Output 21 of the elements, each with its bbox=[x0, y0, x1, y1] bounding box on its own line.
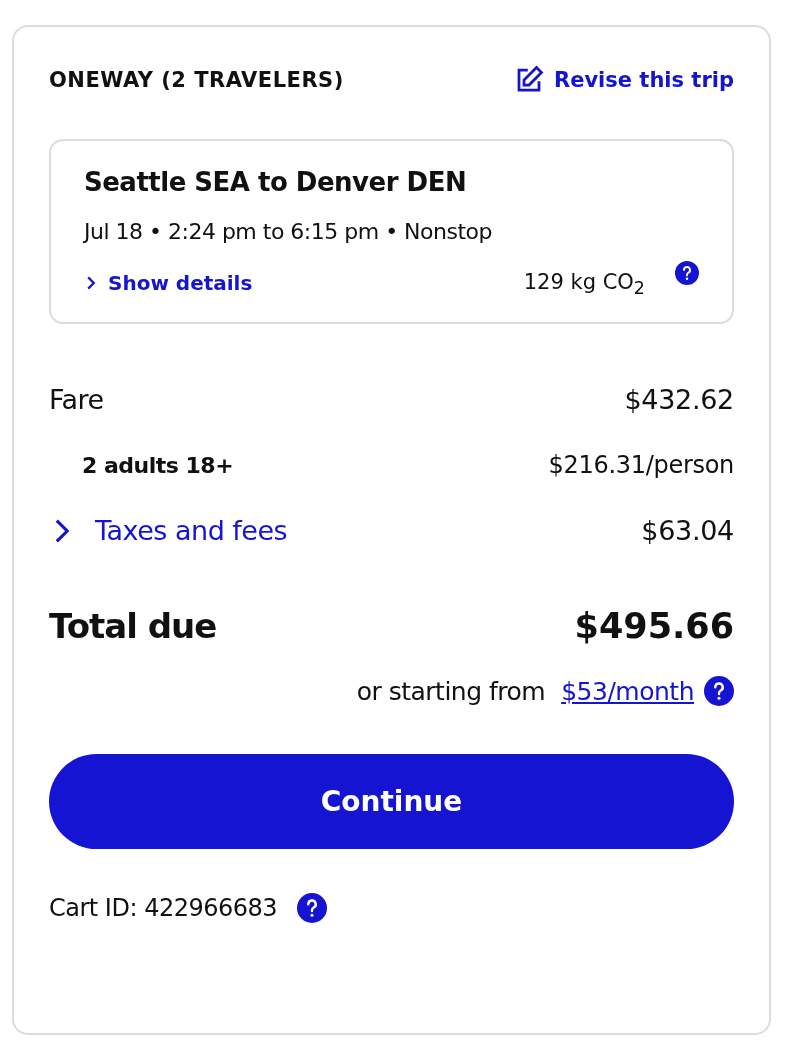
taxes-toggle[interactable]: Taxes and fees bbox=[49, 515, 288, 547]
trip-title: ONEWAY (2 TRAVELERS) bbox=[49, 68, 344, 92]
financing-text: or starting from bbox=[356, 676, 546, 706]
price-amount: $216.31/person bbox=[548, 451, 734, 480]
emissions-text: 129 kg CO$_{2}$ bbox=[523, 270, 645, 299]
help-icon[interactable] bbox=[675, 261, 699, 286]
price-amount: $63.04 bbox=[641, 515, 734, 547]
total-label: Total due bbox=[49, 606, 217, 647]
flight-route: Seattle SEA to Denver DEN bbox=[84, 167, 468, 197]
help-icon[interactable] bbox=[704, 676, 734, 707]
price-label: 2 adults 18+ bbox=[81, 452, 234, 478]
price-amount: $432.62 bbox=[624, 384, 734, 416]
revise-trip-link[interactable]: Revise this trip bbox=[514, 65, 734, 95]
show-details-link[interactable]: Show details bbox=[84, 271, 253, 296]
flight-schedule: Jul 18 • 2:24 pm to 6:15 pm • Nonstop bbox=[84, 219, 493, 244]
cart-id: Cart ID: 422966683 bbox=[49, 894, 278, 923]
help-icon[interactable] bbox=[297, 893, 328, 924]
monthly-price-link[interactable]: $53/month bbox=[561, 676, 694, 706]
total-amount: $495.66 bbox=[574, 606, 734, 647]
price-label: Fare bbox=[49, 384, 104, 416]
continue-button[interactable]: Continue bbox=[49, 754, 734, 850]
